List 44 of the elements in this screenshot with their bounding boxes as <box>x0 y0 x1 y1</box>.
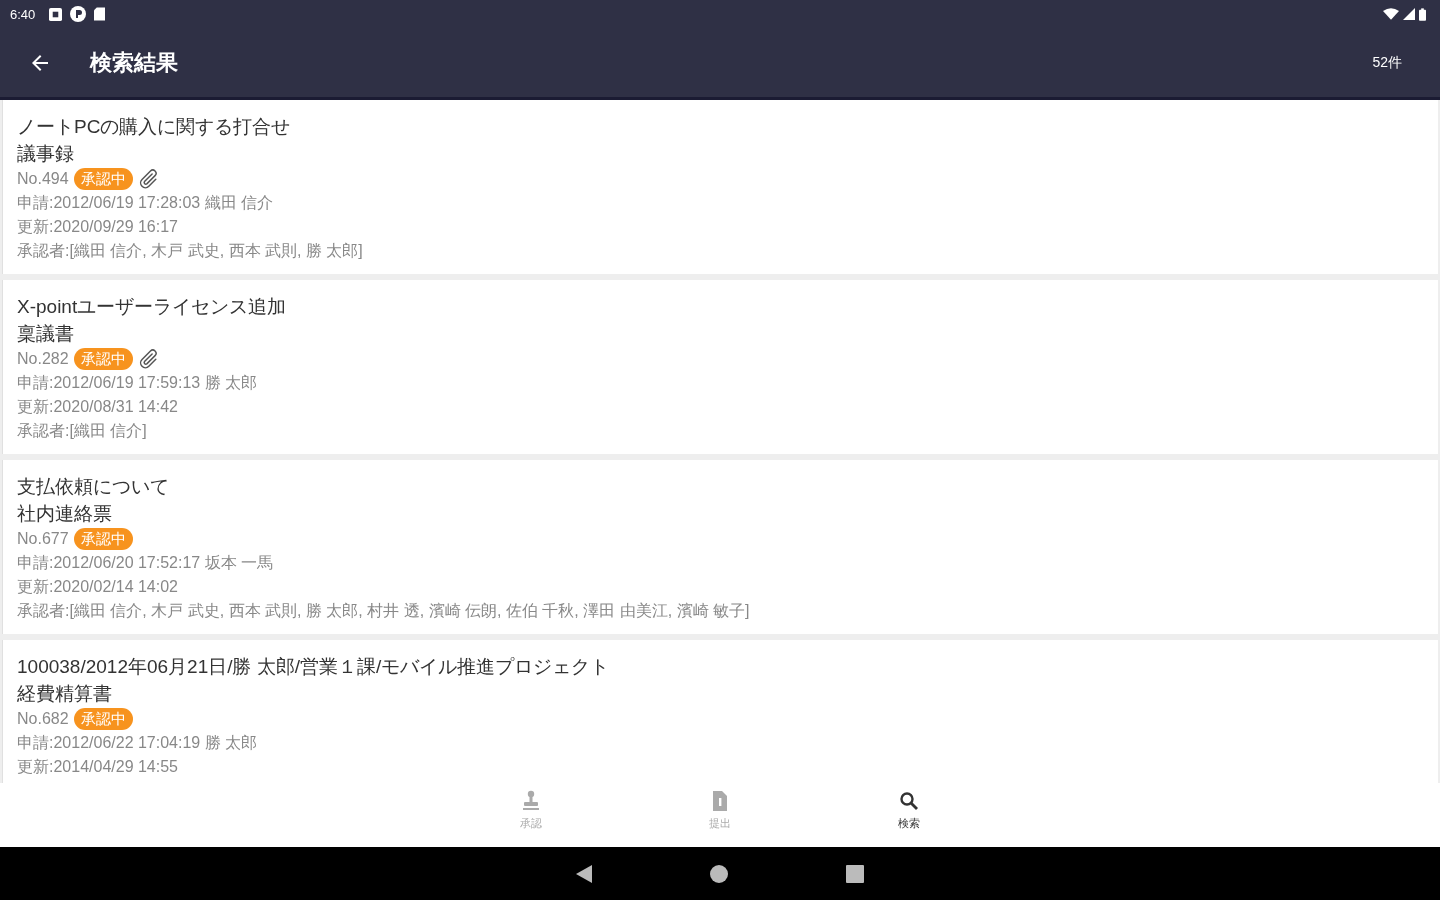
form-name: 稟議書 <box>17 322 75 346</box>
status-badge: 承認中 <box>73 528 133 550</box>
wifi-icon <box>1383 8 1399 20</box>
approvers-list: 承認者:[織田 信介, 木戸 武史, 西本 武則, 勝 太郎] <box>17 239 1424 263</box>
status-badge: 承認中 <box>73 348 133 370</box>
result-card[interactable]: ノートPCの購入に関する打合せ 議事録 No.494 承認中 申請:2012/06/19 17:28:03 織田 信介 更新:2020/09/29 16:17 承認者:[織田 信介, 木戸 武史, 西本 武則, 勝 太郎] <box>2 100 1438 274</box>
applied-info: 申請:2012/06/20 17:52:17 坂本 一馬 <box>17 553 275 573</box>
updated-info: 更新:2020/09/29 16:17 <box>17 217 179 237</box>
applied-info: 申請:2012/06/19 17:28:03 織田 信介 <box>17 193 275 213</box>
home-icon[interactable] <box>710 864 728 883</box>
back-icon[interactable] <box>576 864 592 883</box>
approvers-list: 承認者:[織田 信介] <box>17 419 1424 443</box>
status-badge: 承認中 <box>73 708 133 730</box>
document-number: No.494 <box>17 169 69 189</box>
square-icon <box>49 7 63 21</box>
applied-info: 申請:2012/06/22 17:04:19 勝 太郎 <box>17 733 259 753</box>
recents-icon[interactable] <box>846 864 864 883</box>
result-title: 100038/2012年06月21日/勝 太郎/営業１課/モバイル推進プロジェクト <box>17 655 611 679</box>
signal-icon <box>1403 8 1415 20</box>
result-card[interactable]: X-pointユーザーライセンス追加 稟議書 No.282 承認中 申請:2012/06/19 17:59:13 勝 太郎 更新:2020/08/31 14:42 承認者:[織田 信介] <box>2 280 1438 454</box>
applied-info: 申請:2012/06/19 17:59:13 勝 太郎 <box>17 373 259 393</box>
result-title: X-pointユーザーライセンス追加 <box>17 295 288 319</box>
updated-info: 更新:2020/08/31 14:42 <box>17 397 179 417</box>
status-badge: 承認中 <box>73 168 133 190</box>
nav-tab[interactable]: 検索 <box>814 783 1004 847</box>
battery-icon <box>1419 7 1426 21</box>
result-card[interactable]: 100038/2012年06月21日/勝 太郎/営業１課/モバイル推進プロジェクト 経費精算書 No.682 承認中 申請:2012/06/22 17:04:19 勝 太郎 更新:2014/04/29 14:55 <box>2 640 1438 783</box>
document-number: No.282 <box>17 349 69 369</box>
result-title: ノートPCの購入に関する打合せ <box>17 115 292 139</box>
page-title: 検索結果 <box>90 49 178 77</box>
document-number: No.677 <box>17 529 69 549</box>
result-card[interactable]: 支払依頼について 社内連絡票 No.677 承認中 申請:2012/06/20 17:52:17 坂本 一馬 更新:2020/02/14 14:02 承認者:[織田 信介, 木戸 武史, 西本 武則, 勝 太郎, 村井 透, 濱崎 伝朗, 佐伯 千秋, 澤田 由美江, 濱崎 敏子] <box>2 460 1438 634</box>
document-number: No.682 <box>17 709 69 729</box>
result-title: 支払依頼について <box>17 475 170 499</box>
updated-info: 更新:2014/04/29 14:55 <box>17 757 179 777</box>
sd-card-icon <box>94 7 106 21</box>
form-name: 経費精算書 <box>17 682 113 706</box>
circle-icon <box>70 6 87 22</box>
status-time: 6:40 <box>10 7 36 21</box>
approvers-list: 承認者:[織田 信介, 木戸 武史, 西本 武則, 勝 太郎, 村井 透, 濱崎 伝朗, 佐伯 千秋, 澤田 由美江, 濱崎 敏子] <box>17 599 1424 623</box>
form-name: 議事録 <box>17 142 75 166</box>
form-name: 社内連絡票 <box>17 502 113 526</box>
result-count: 52件 <box>1372 53 1402 72</box>
updated-info: 更新:2020/02/14 14:02 <box>17 577 179 597</box>
